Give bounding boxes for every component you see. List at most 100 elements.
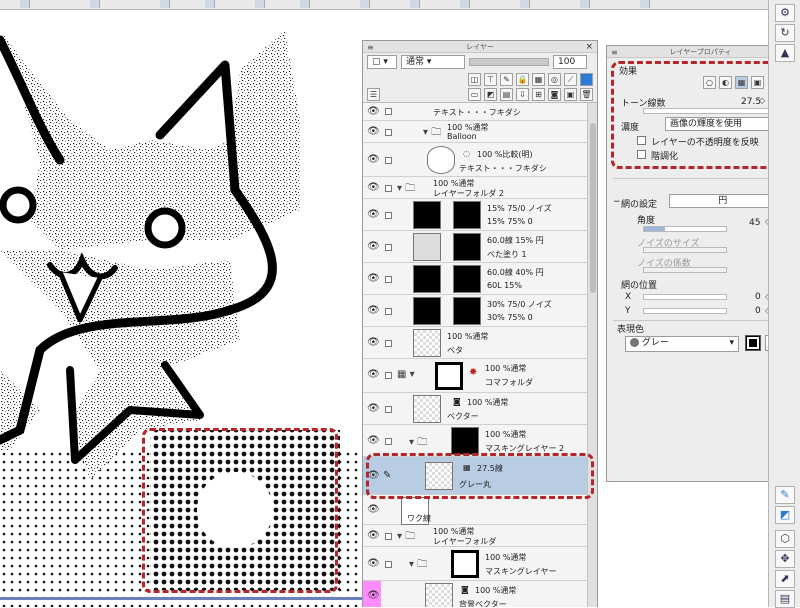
mask-icon[interactable]: ◎ — [548, 72, 561, 86]
transfer-icon[interactable]: ⇩ — [516, 88, 529, 101]
y-value[interactable]: 0 — [755, 306, 761, 316]
clip-icon[interactable]: ◫ — [468, 72, 481, 86]
visibility-eye-icon[interactable]: 👁 — [367, 209, 380, 220]
draft-icon[interactable]: ✎ — [500, 72, 513, 86]
brush-icon[interactable]: ✎ — [775, 486, 795, 504]
layer-row[interactable]: 👁 ▾ 🗀 100 %通常 レイヤーフォルダ — [363, 525, 588, 547]
visibility-eye-icon[interactable]: 👁 — [367, 590, 380, 601]
angle-value[interactable]: 45 — [749, 218, 760, 228]
layer-checkbox[interactable] — [385, 340, 392, 347]
toolbar-button[interactable] — [640, 0, 650, 8]
toolbar-button[interactable] — [520, 0, 530, 8]
layer-menu-icon[interactable]: ☰ — [367, 88, 380, 101]
visibility-eye-icon[interactable]: 👁 — [367, 241, 380, 252]
toolbar-button[interactable] — [90, 0, 100, 8]
color-mode-select[interactable]: ▢ ▾ — [367, 55, 397, 69]
layer-checkbox[interactable] — [385, 244, 392, 251]
visibility-eye-icon[interactable]: 👁 — [367, 558, 380, 569]
layer-checkbox[interactable] — [385, 157, 392, 164]
layer-move-icon[interactable]: ▤ — [775, 590, 795, 608]
visibility-eye-icon[interactable]: 👁 — [367, 106, 380, 117]
visibility-eye-icon[interactable]: 👁 — [367, 126, 380, 137]
layer-checkbox[interactable] — [385, 185, 392, 192]
toolbar-button[interactable] — [580, 0, 590, 8]
new-folder-icon[interactable]: ▤ — [500, 88, 513, 101]
visibility-eye-icon[interactable]: 👁 — [367, 369, 380, 380]
layer-color-icon[interactable] — [580, 72, 593, 86]
toolbar-button[interactable] — [20, 0, 30, 8]
x-value[interactable]: 0 — [755, 292, 761, 302]
move-icon[interactable]: ✥ — [775, 550, 795, 568]
layer-row[interactable]: 👁 100 %通常 ベタ — [363, 327, 588, 359]
grip-icon[interactable]: ≡ — [367, 42, 374, 54]
toolbar-button[interactable] — [255, 0, 265, 8]
layer-scrollbar[interactable] — [587, 103, 597, 607]
blend-mode-select[interactable]: 通常 ▾ — [401, 55, 465, 69]
mesh-setting-select[interactable]: 円 ▾ — [669, 194, 781, 208]
layer-checkbox[interactable] — [385, 406, 392, 413]
toolbar-button[interactable] — [160, 0, 170, 8]
visibility-eye-icon[interactable]: 👁 — [367, 530, 380, 541]
layer-row[interactable]: 👁 ▾ 🗀 100 %通常 Balloon — [363, 121, 588, 143]
opacity-slider[interactable] — [469, 58, 549, 66]
folder-icon[interactable]: ▾ 🗀 — [409, 557, 427, 574]
toolbar-button[interactable] — [410, 0, 420, 8]
add-mask-icon[interactable]: ◙ — [548, 88, 561, 101]
rotate-icon[interactable]: ↻ — [775, 24, 795, 42]
layer-row[interactable]: 👁 ▦ ▾ ✸ 100 %通常 コマフォルダ — [363, 359, 588, 393]
visibility-eye-icon[interactable]: 👁 — [367, 403, 380, 414]
close-icon[interactable]: × — [585, 41, 593, 53]
toolbar-button[interactable] — [300, 0, 310, 8]
folder-icon[interactable]: ▾ 🗀 — [409, 435, 427, 452]
main-color-swatch[interactable] — [745, 335, 761, 351]
frame-tool-icon[interactable]: ◩ — [775, 506, 795, 524]
toolbar-button[interactable] — [205, 0, 215, 8]
visibility-eye-icon[interactable]: 👁 — [367, 182, 380, 193]
layer-checkbox[interactable] — [385, 129, 392, 136]
layer-checkbox[interactable] — [385, 308, 392, 315]
combine-icon[interactable]: ⊞ — [532, 88, 545, 101]
lock-alpha-icon[interactable]: ▦ — [532, 72, 545, 86]
y-slider[interactable] — [643, 308, 727, 314]
layer-row[interactable]: 👁 テキスト・・・フキダシ — [363, 103, 588, 121]
toolbar-button[interactable] — [360, 0, 370, 8]
x-slider[interactable] — [643, 294, 727, 300]
folder-icon[interactable]: ▾ 🗀 — [397, 181, 415, 198]
new-raster-icon[interactable]: ▭ — [468, 88, 481, 101]
collapse-icon[interactable]: − — [613, 197, 621, 207]
layer-checkbox[interactable] — [385, 212, 392, 219]
layer-row[interactable]: 👁 60.0線 15% 円 べた塗り 1 — [363, 231, 588, 263]
visibility-eye-icon[interactable]: 👁 — [367, 435, 380, 446]
expression-color-select[interactable]: グレー ▾ — [625, 336, 739, 352]
layer-checkbox[interactable] — [385, 372, 392, 379]
visibility-eye-icon[interactable]: 👁 — [367, 504, 380, 515]
layer-row[interactable]: 👁 15% 75/0 ノイズ 15% 75% 0 — [363, 199, 588, 231]
object-select-icon[interactable]: ⬈ — [775, 570, 795, 588]
reference-icon[interactable]: ⊤ — [484, 72, 497, 86]
folder-icon[interactable]: ▾ 🗀 — [397, 529, 415, 546]
layer-row[interactable]: 👁 ◙ 100 %通常 ベクター — [363, 393, 588, 425]
scrollbar-thumb[interactable] — [590, 123, 596, 293]
tool-icon[interactable]: ▲ — [775, 44, 795, 62]
layer-checkbox[interactable] — [385, 561, 392, 568]
layer-checkbox[interactable] — [385, 276, 392, 283]
layer-row[interactable]: 👁 ▾ 🗀 100 %通常 マスキングレイヤー — [363, 547, 588, 581]
delete-layer-icon[interactable]: 🗑 — [580, 88, 593, 101]
layer-row[interactable]: 👁 ◌ 100 %比較(明) テキスト・・・フキダシ — [363, 143, 588, 177]
layer-row[interactable]: 👁 60.0線 40% 円 60L 15% — [363, 263, 588, 295]
drawing-canvas[interactable] — [0, 10, 362, 607]
frame-folder-icon[interactable]: ▦ ▾ — [397, 369, 415, 380]
angle-slider[interactable] — [643, 226, 727, 232]
layer-checkbox[interactable] — [385, 438, 392, 445]
apply-mask-icon[interactable]: ▣ — [564, 88, 577, 101]
layer-row[interactable]: 👁 30% 75/0 ノイズ 30% 75% 0 — [363, 295, 588, 327]
ruler-icon[interactable]: ⟋ — [564, 72, 577, 86]
3d-icon[interactable]: ⬡ — [775, 530, 795, 548]
layer-row[interactable]: 👁 ◙ 100 %通常 背景ベクター — [363, 581, 588, 607]
settings-icon[interactable]: ⚙ — [775, 4, 795, 22]
visibility-eye-icon[interactable]: 👁 — [367, 305, 380, 316]
toolbar-button[interactable] — [460, 0, 470, 8]
layer-checkbox[interactable] — [385, 108, 392, 115]
visibility-eye-icon[interactable]: 👁 — [367, 273, 380, 284]
visibility-eye-icon[interactable]: 👁 — [367, 337, 380, 348]
